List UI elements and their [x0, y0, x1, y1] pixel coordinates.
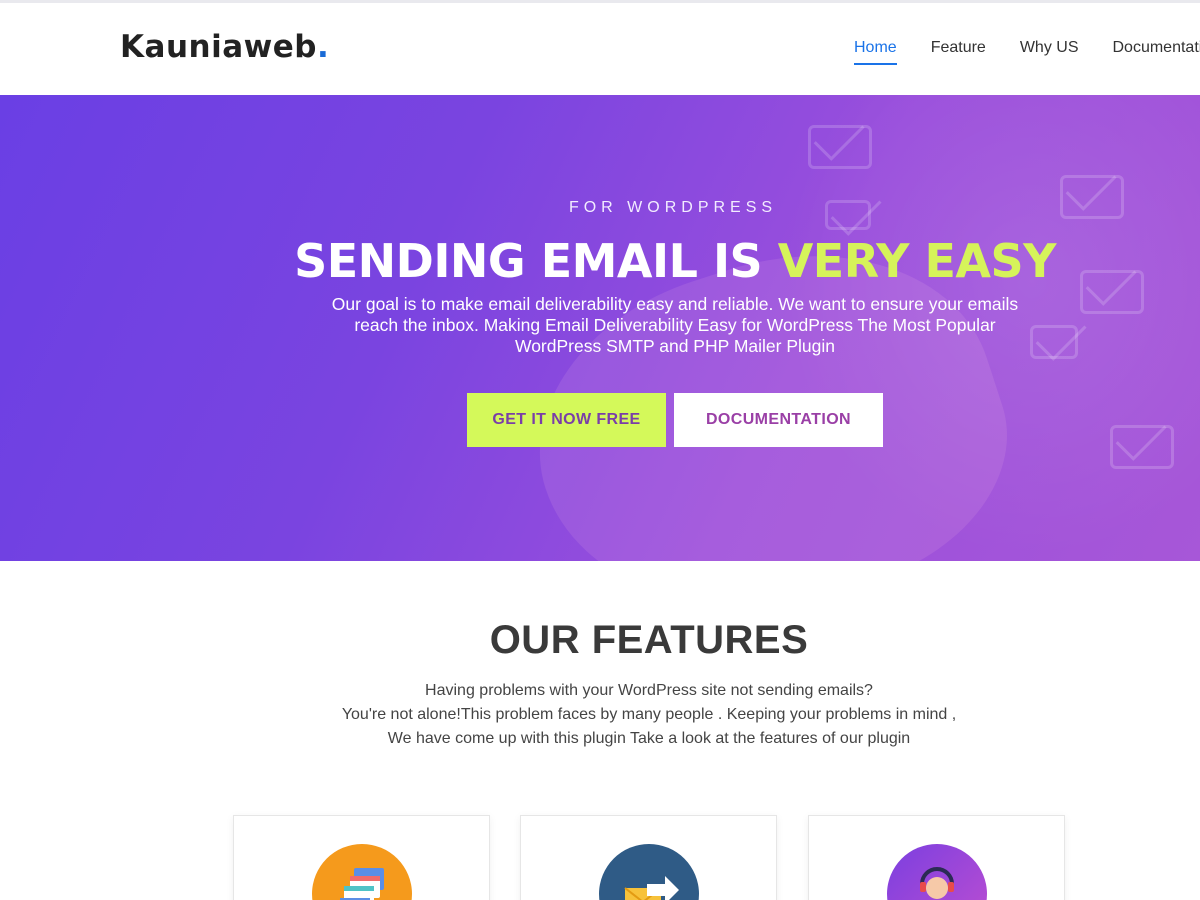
- feature-card: [233, 815, 490, 900]
- browser-windows-icon: [312, 844, 412, 900]
- envelope-icon: [1030, 325, 1078, 359]
- site-header: Kauniaweb. Home Feature Why US Documenta…: [0, 3, 1200, 95]
- features-description: Having problems with your WordPress site…: [300, 679, 998, 751]
- hero-headline: SENDING EMAIL IS VERY EASY: [0, 234, 1200, 288]
- logo-dot: .: [316, 29, 330, 65]
- nav-why-us[interactable]: Why US: [1020, 39, 1079, 65]
- logo-text: Kauniaweb: [120, 29, 317, 65]
- features-desc-line: We have come up with this plugin Take a …: [387, 730, 911, 747]
- main-nav: Home Feature Why US Documentation: [854, 39, 1200, 65]
- features-title: OUR FEATURES: [489, 618, 809, 662]
- hero-section: FOR WORDPRESS SENDING EMAIL IS VERY EASY…: [0, 95, 1200, 561]
- hero-subtext: Our goal is to make email deliverability…: [331, 294, 1019, 356]
- support-agent-icon: [887, 844, 987, 900]
- get-it-now-free-button[interactable]: GET IT NOW FREE: [467, 393, 666, 447]
- envelope-icon: [1110, 425, 1174, 469]
- forward-mail-icon: [599, 844, 699, 900]
- headline-accent: VERY EASY: [777, 234, 1057, 288]
- nav-home[interactable]: Home: [854, 39, 897, 65]
- documentation-button[interactable]: DOCUMENTATION: [674, 393, 883, 447]
- nav-documentation[interactable]: Documentation: [1113, 39, 1200, 65]
- features-desc-line: You're not alone!This problem faces by m…: [341, 706, 957, 723]
- headline-main: SENDING EMAIL IS: [294, 234, 778, 288]
- nav-feature[interactable]: Feature: [931, 39, 986, 65]
- envelope-icon: [808, 125, 872, 169]
- feature-card: [808, 815, 1065, 900]
- feature-card: [520, 815, 777, 900]
- features-desc-line: Having problems with your WordPress site…: [425, 682, 873, 699]
- site-logo[interactable]: Kauniaweb.: [120, 29, 329, 65]
- hero-eyebrow: FOR WORDPRESS: [568, 199, 778, 216]
